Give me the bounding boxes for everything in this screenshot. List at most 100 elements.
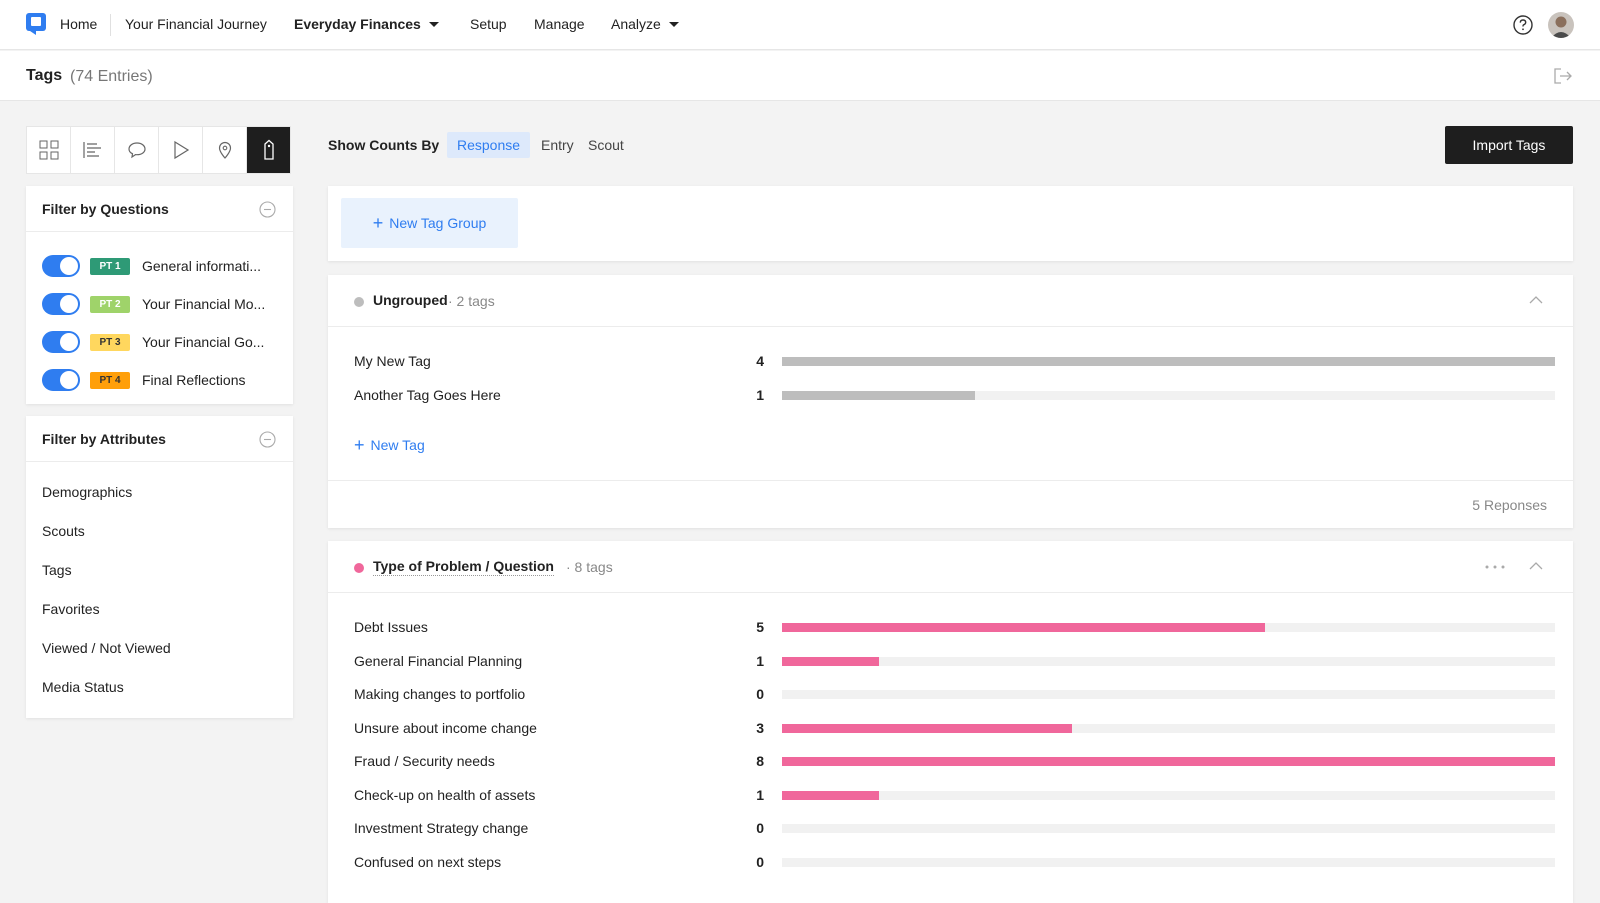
tag-name: Another Tag Goes Here bbox=[354, 386, 501, 403]
nav-manage[interactable]: Manage bbox=[534, 16, 585, 32]
tag-count: 8 bbox=[756, 753, 764, 769]
question-toggle[interactable] bbox=[42, 331, 80, 353]
counts-by-scout[interactable]: Scout bbox=[578, 132, 634, 158]
question-toggle[interactable] bbox=[42, 369, 80, 391]
tag-name: Making changes to portfolio bbox=[354, 686, 526, 702]
attribute-scouts[interactable]: Scouts bbox=[42, 523, 85, 539]
pt-badge: PT 1 bbox=[90, 258, 130, 275]
plus-icon: + bbox=[372, 213, 384, 233]
chevron-up-icon[interactable] bbox=[1529, 561, 1543, 571]
question-row-pt4: PT 4 Final Reflections bbox=[42, 369, 282, 391]
more-options-icon[interactable] bbox=[1485, 565, 1505, 569]
tag-name: Fraud / Security needs bbox=[354, 753, 495, 769]
new-tag-group-button[interactable]: + New Tag Group bbox=[341, 198, 518, 248]
avatar[interactable] bbox=[1548, 12, 1574, 38]
attribute-tags[interactable]: Tags bbox=[42, 562, 72, 578]
question-toggle[interactable] bbox=[42, 255, 80, 277]
question-row-pt3: PT 3 Your Financial Go... bbox=[42, 331, 282, 353]
tag-name: Unsure about income change bbox=[354, 719, 537, 736]
view-map-button[interactable] bbox=[203, 127, 247, 173]
tag-bar-fill bbox=[782, 357, 1555, 366]
tag-bar-track bbox=[782, 757, 1555, 766]
tag-row[interactable]: Making changes to portfolio 0 bbox=[354, 684, 1555, 704]
tag-row[interactable]: General Financial Planning 1 bbox=[354, 651, 1555, 671]
attribute-media-status[interactable]: Media Status bbox=[42, 679, 124, 695]
group-color-dot bbox=[354, 297, 364, 307]
tag-row[interactable]: Check-up on health of assets 1 bbox=[354, 785, 1555, 805]
group-name[interactable]: Type of Problem / Question bbox=[373, 558, 554, 576]
filter-attributes-panel: Filter by Attributes Demographics Scouts… bbox=[26, 416, 293, 718]
tag-row[interactable]: My New Tag 4 bbox=[354, 351, 1555, 371]
tag-row[interactable]: Fraud / Security needs 8 bbox=[354, 751, 1555, 771]
tag-bar-track bbox=[782, 824, 1555, 833]
view-comments-button[interactable] bbox=[115, 127, 159, 173]
counts-by-entry[interactable]: Entry bbox=[531, 132, 584, 158]
tag-row[interactable]: Investment Strategy change 0 bbox=[354, 818, 1555, 838]
view-list-button[interactable] bbox=[71, 127, 115, 173]
chevron-down-icon bbox=[428, 22, 439, 27]
tag-count: 5 bbox=[756, 619, 764, 635]
new-tag-button[interactable]: + New Tag bbox=[354, 435, 425, 456]
attribute-viewed[interactable]: Viewed / Not Viewed bbox=[42, 640, 171, 656]
tag-row[interactable]: Unsure about income change 3 bbox=[354, 718, 1555, 738]
tag-row[interactable]: Debt Issues 5 bbox=[354, 617, 1555, 637]
help-icon[interactable] bbox=[1513, 15, 1533, 35]
new-tag-group-card: + New Tag Group bbox=[328, 186, 1573, 261]
responses-count: 5 Reponses bbox=[1472, 497, 1547, 513]
attribute-favorites[interactable]: Favorites bbox=[42, 601, 100, 617]
nav-project-label: Everyday Finances bbox=[294, 16, 421, 32]
tag-name: General Financial Planning bbox=[354, 652, 523, 669]
nav-analyze-label: Analyze bbox=[611, 16, 661, 32]
tag-name: Investment Strategy change bbox=[354, 820, 529, 836]
nav-divider bbox=[110, 14, 111, 36]
view-tags-button[interactable] bbox=[247, 127, 290, 173]
tag-row[interactable]: Another Tag Goes Here 1 bbox=[354, 385, 1555, 405]
nav-project-dropdown[interactable]: Everyday Finances bbox=[294, 16, 439, 32]
group-tag-count: · 8 tags bbox=[566, 559, 613, 575]
import-tags-button[interactable]: Import Tags bbox=[1445, 126, 1573, 164]
nav-analyze-dropdown[interactable]: Analyze bbox=[611, 16, 679, 32]
group-footer-divider bbox=[328, 480, 1573, 481]
chevron-up-icon[interactable] bbox=[1529, 295, 1543, 305]
tag-bar-track bbox=[782, 723, 1555, 733]
exit-icon[interactable] bbox=[1553, 67, 1573, 85]
question-toggle[interactable] bbox=[42, 293, 80, 315]
tag-count: 1 bbox=[756, 386, 764, 403]
tag-name: Confused on next steps bbox=[354, 853, 502, 870]
tag-row[interactable]: Confused on next steps 0 bbox=[354, 852, 1555, 872]
collapse-icon[interactable] bbox=[259, 431, 276, 448]
entries-count: (74 Entries) bbox=[70, 68, 153, 85]
question-row-pt1: PT 1 General informati... bbox=[42, 255, 282, 277]
question-label: Your Financial Go... bbox=[142, 334, 265, 350]
tag-bar-fill bbox=[782, 390, 976, 400]
tag-group-ungrouped: Ungrouped · 2 tags My New Tag 4 Another Ta… bbox=[328, 275, 1573, 528]
tag-count: 1 bbox=[756, 786, 764, 803]
tag-bar-track bbox=[782, 390, 1555, 400]
counts-by-response[interactable]: Response bbox=[447, 132, 531, 158]
tag-count: 4 bbox=[756, 353, 764, 369]
tag-bar-fill bbox=[782, 656, 879, 666]
group-name[interactable]: Ungrouped bbox=[373, 292, 448, 308]
play-icon bbox=[173, 140, 189, 160]
collapse-icon[interactable] bbox=[259, 201, 276, 218]
view-grid-button[interactable] bbox=[27, 127, 71, 173]
tag-bar-track bbox=[782, 357, 1555, 366]
nav-journey[interactable]: Your Financial Journey bbox=[125, 16, 267, 32]
chevron-down-icon bbox=[668, 22, 679, 27]
view-media-button[interactable] bbox=[159, 127, 203, 173]
tag-bar-fill bbox=[782, 723, 1072, 733]
app-logo-icon[interactable] bbox=[26, 13, 46, 35]
tag-bar-fill bbox=[782, 623, 1266, 632]
group-header: Type of Problem / Question · 8 tags bbox=[328, 541, 1573, 593]
nav-home[interactable]: Home bbox=[60, 16, 97, 32]
top-navigation: Home Your Financial Journey Everyday Fin… bbox=[0, 0, 1600, 50]
filter-questions-panel: Filter by Questions PT 1 General informa… bbox=[26, 186, 293, 404]
view-toolbar bbox=[26, 126, 291, 174]
tag-bar-fill bbox=[782, 757, 1555, 766]
plus-icon: + bbox=[354, 435, 365, 455]
tag-bar-track bbox=[782, 790, 1555, 800]
counts-by-label: Show Counts By bbox=[328, 137, 440, 153]
nav-setup[interactable]: Setup bbox=[470, 16, 507, 32]
new-tag-label: New Tag bbox=[370, 437, 425, 453]
attribute-demographics[interactable]: Demographics bbox=[42, 484, 132, 500]
